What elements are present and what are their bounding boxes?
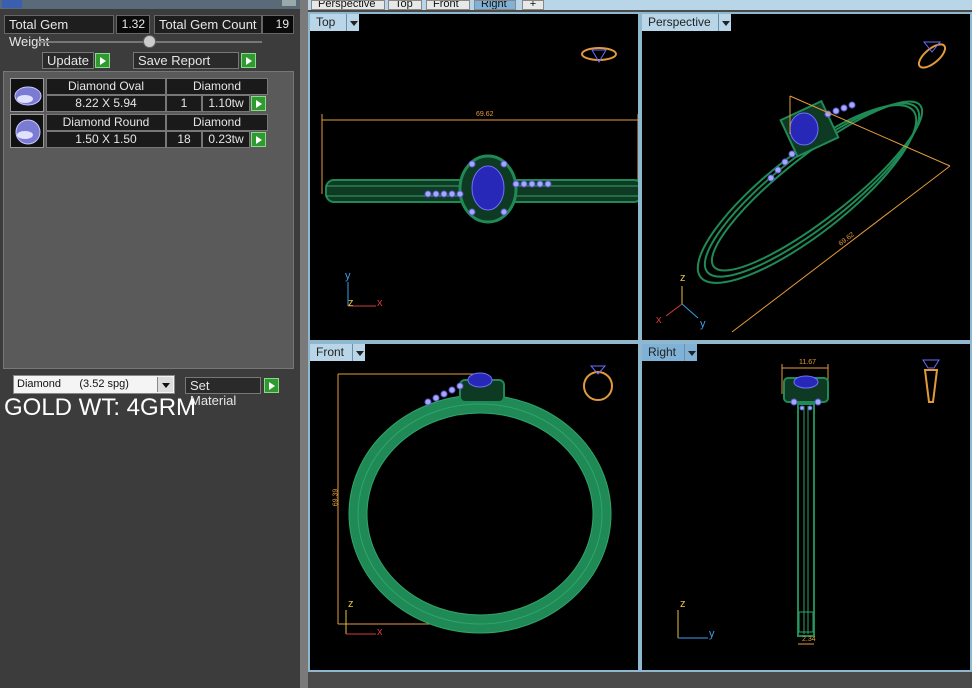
viewport-front[interactable]: Front 69.39 z x [308,342,640,672]
viewport-menu-dropdown-icon[interactable] [718,14,731,31]
gem-report-panel: Total Gem Weight 1.32 Total Gem Count 19… [0,0,300,688]
viewport-perspective[interactable]: Perspective 69.62 z x y [640,12,972,342]
viewport-menu-dropdown-icon[interactable] [352,344,365,361]
update-go-icon[interactable] [95,53,110,68]
viewport-menu-dropdown-icon[interactable] [346,14,359,31]
dimension-label: 69.39 [332,488,340,507]
gem-name: Diamond Round [46,114,166,131]
gem-material: Diamond [166,114,268,131]
viewport-menu-dropdown-icon[interactable] [684,344,697,361]
tab-top[interactable]: Top [388,0,422,10]
total-gem-weight-value: 1.32 [116,15,150,34]
gem-count: 18 [166,131,202,148]
dimension-label: 11.67 [799,359,816,366]
gem-count: 1 [166,95,202,112]
gem-name: Diamond Oval [46,78,166,95]
viewport-top-label[interactable]: Top [310,14,348,31]
splitter-handle-icon[interactable] [143,35,156,48]
set-material-button[interactable]: Set Material [185,377,261,408]
gem-row-go-icon[interactable] [251,96,266,111]
panel-divider[interactable] [300,0,308,688]
save-report-go-icon[interactable] [241,53,256,68]
gem-weight: 1.10tw [202,95,250,112]
add-view-tab-icon[interactable]: + [522,0,544,10]
material-dropdown-icon[interactable] [157,377,173,392]
viewport-front-label[interactable]: Front [310,344,354,361]
tab-perspective[interactable]: Perspective [311,0,385,10]
dimension-label: 2.34 [802,636,816,643]
gem-list: Diamond Oval Diamond 8.22 X 5.94 1 1.10t… [3,71,294,369]
axis-label: y [709,628,715,640]
gem-row-go-icon[interactable] [251,132,266,147]
tab-front[interactable]: Front [426,0,470,10]
dimension-label: 69.62 [476,111,494,118]
oval-diamond-thumbnail-icon[interactable] [10,78,44,112]
tab-right[interactable]: Right [474,0,516,10]
round-diamond-thumbnail-icon[interactable] [10,114,44,148]
gem-material: Diamond [166,78,268,95]
viewport-right-label[interactable]: Right [642,344,686,361]
axis-label: z [348,598,354,610]
axis-label: x [656,314,662,326]
axis-label: x [377,626,383,638]
gem-size: 8.22 X 5.94 [46,95,166,112]
axis-label: z [680,598,686,610]
viewport-right[interactable]: Right 11.67 2.34 z y [640,342,972,672]
axis-label: x [377,297,383,309]
view-tab-strip: Perspective Top Front Right + [308,0,972,10]
viewport-perspective-label[interactable]: Perspective [642,14,720,31]
panel-title-strip [0,0,300,9]
material-select[interactable]: Diamond (3.52 spg) [13,375,175,394]
save-report-button[interactable]: Save Report [133,52,239,69]
total-gem-count-label: Total Gem Count [154,15,262,34]
gem-weight: 0.23tw [202,131,250,148]
axis-label: z [680,272,686,284]
panel-close-icon[interactable] [282,0,296,6]
axis-label: y [345,270,351,282]
gold-weight-note: GOLD WT: 4GRM [4,394,197,421]
panel-icon [2,0,22,8]
update-button[interactable]: Update [42,52,94,69]
axis-label: y [700,318,706,330]
gem-size: 1.50 X 1.50 [46,131,166,148]
axis-label: z [348,297,354,309]
viewport-top[interactable]: Top 69.62 y z x [308,12,640,342]
total-gem-count-value: 19 [262,15,294,34]
total-gem-weight-label: Total Gem Weight [4,15,114,49]
set-material-go-icon[interactable] [264,378,279,393]
